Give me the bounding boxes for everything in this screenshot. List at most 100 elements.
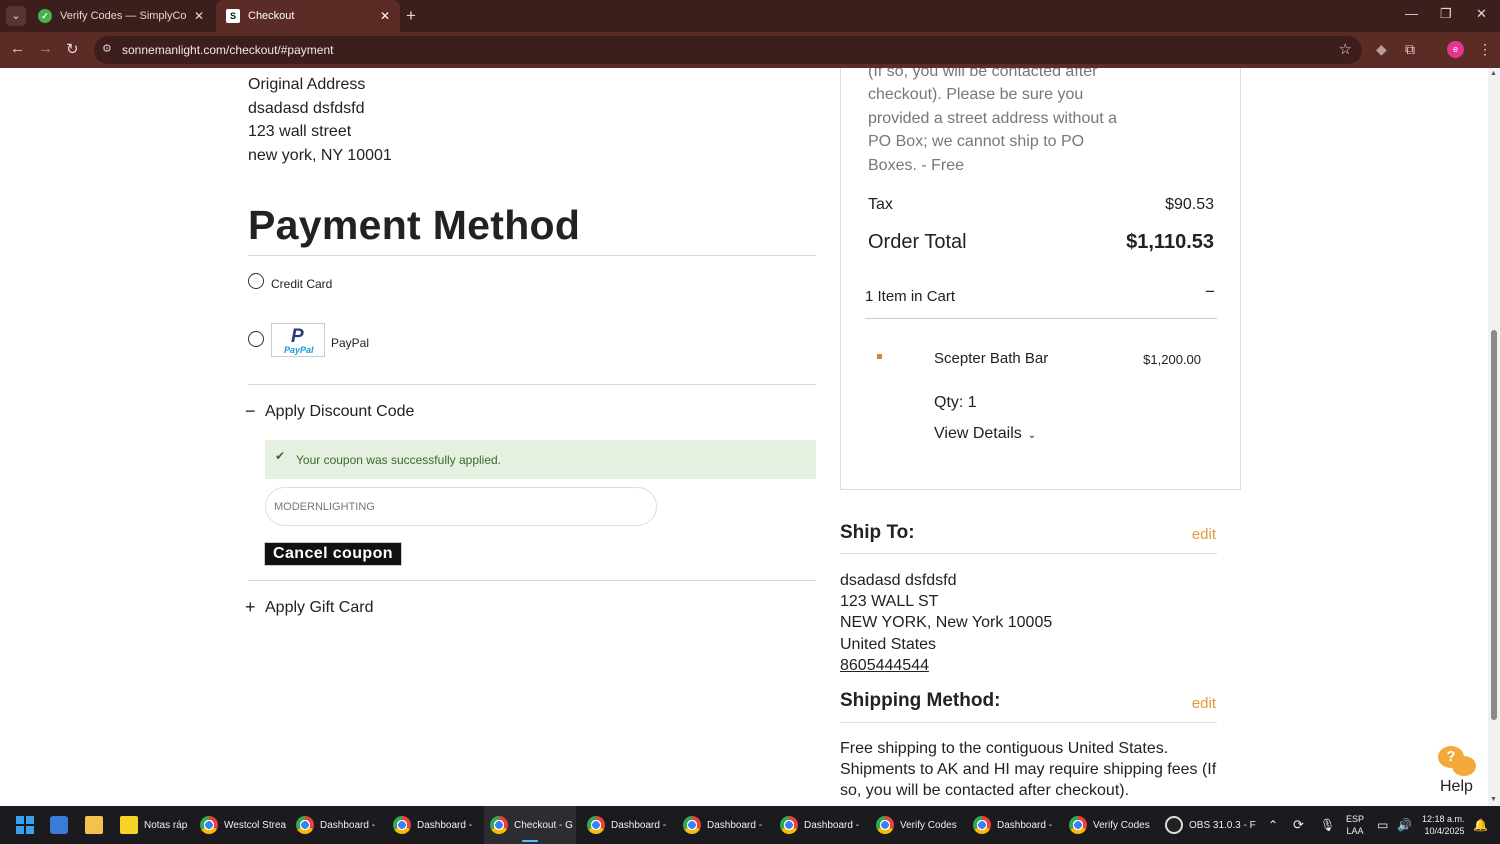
shipping-note: (If so, you will be contacted after chec…	[868, 68, 1118, 174]
ship-to-name: dsadasd dsfdsfd	[840, 572, 957, 589]
taskbar-app-verify-codes[interactable]: Verify Codes	[1069, 806, 1150, 844]
taskbar-label: Dashboard -	[707, 819, 763, 831]
taskbar-app-westcol[interactable]: Westcol Strea	[200, 806, 286, 844]
taskbar-app-dashboard[interactable]: Dashboard -	[780, 806, 859, 844]
sync-icon[interactable]: ⟳	[1293, 806, 1304, 844]
taskbar-app-dashboard[interactable]: Dashboard -	[587, 806, 666, 844]
clock-time: 12:18 a.m.	[1422, 814, 1465, 824]
reload-icon[interactable]: ↻	[66, 40, 79, 58]
clock[interactable]: 12:18 a.m. 10/4/2025	[1422, 806, 1465, 844]
credit-card-radio[interactable]	[248, 273, 264, 289]
taskbar-label: Dashboard -	[320, 819, 376, 831]
taskbar-app-dashboard[interactable]: Dashboard -	[683, 806, 762, 844]
taskbar-app-dashboard[interactable]: Dashboard -	[393, 806, 472, 844]
taskbar-label: Dashboard -	[997, 819, 1053, 831]
collapse-discount-icon[interactable]: −	[245, 401, 256, 422]
checkmark-icon: ✔	[275, 449, 286, 463]
network-icon[interactable]: ▭	[1377, 806, 1388, 844]
chrome-icon	[683, 816, 701, 834]
items-in-cart-toggle[interactable]: 1 Item in Cart	[865, 288, 955, 305]
extensions-puzzle-icon[interactable]: ⧉	[1405, 41, 1415, 58]
taskbar-app-verify-codes[interactable]: Verify Codes	[876, 806, 957, 844]
paypal-logo[interactable]: P PayPal	[271, 323, 325, 357]
taskbar-app-dashboard[interactable]: Dashboard -	[296, 806, 375, 844]
new-tab-icon[interactable]: +	[406, 6, 416, 26]
divider	[865, 318, 1217, 319]
close-tab-icon[interactable]: ✕	[380, 9, 390, 23]
notes-icon	[120, 816, 138, 834]
taskbar-app-notas[interactable]: Notas ráp	[120, 806, 187, 844]
view-details-toggle[interactable]: View Details ⌄	[934, 425, 1036, 443]
chrome-icon	[393, 816, 411, 834]
help-widget-button[interactable]: ? Help	[1432, 744, 1482, 795]
language-indicator[interactable]: ESP LAA	[1346, 806, 1364, 844]
scroll-up-icon[interactable]: ▲	[1490, 70, 1497, 77]
notification-bell-icon[interactable]: 🔔	[1473, 806, 1488, 844]
tab-title: Checkout	[248, 10, 295, 22]
tab-verify-codes[interactable]: ✓ Verify Codes — SimplyCodes ✕	[28, 0, 214, 32]
profile-avatar[interactable]: e	[1447, 41, 1464, 58]
file-explorer-icon[interactable]	[85, 806, 103, 844]
tray-overflow-icon[interactable]: ⌃	[1268, 806, 1278, 844]
taskbar-label: Verify Codes	[1093, 819, 1150, 831]
credit-card-label[interactable]: Credit Card	[271, 277, 332, 291]
expand-gift-card-icon[interactable]: +	[245, 597, 256, 618]
divider	[248, 384, 816, 385]
scroll-thumb[interactable]	[1491, 330, 1497, 720]
minimize-icon[interactable]: —	[1405, 6, 1418, 21]
tab-search-button[interactable]: ⌄	[6, 6, 26, 26]
back-icon[interactable]: ←	[10, 40, 25, 57]
ship-to-city: NEW YORK, New York 10005	[840, 614, 1053, 632]
product-qty: Qty: 1	[934, 394, 977, 411]
taskbar-app-dashboard[interactable]: Dashboard -	[973, 806, 1052, 844]
close-window-icon[interactable]: ✕	[1476, 6, 1487, 22]
product-name: Scepter Bath Bar	[934, 350, 1049, 367]
chrome-icon	[973, 816, 991, 834]
paypal-radio[interactable]	[248, 331, 264, 347]
url-text[interactable]: sonnemanlight.com/checkout/#payment	[122, 43, 333, 57]
edit-ship-to-link[interactable]: edit	[1192, 526, 1216, 543]
simplycodes-favicon-icon: ✓	[38, 9, 52, 23]
ship-to-phone-link[interactable]: 8605444544	[840, 655, 1052, 676]
bookmark-star-icon[interactable]: ☆	[1339, 40, 1352, 58]
taskbar-label: Notas ráp	[144, 819, 188, 831]
paypal-label[interactable]: PayPal	[331, 336, 369, 350]
sonneman-favicon-icon: S	[226, 9, 240, 23]
apply-gift-card-toggle[interactable]: Apply Gift Card	[265, 599, 373, 617]
taskbar-app-checkout[interactable]: Checkout - G	[484, 806, 576, 844]
taskbar-app-obs[interactable]: OBS 31.0.3 - F	[1165, 806, 1256, 844]
microphone-icon[interactable]: 🎙	[1320, 806, 1335, 844]
address-city: new york, NY 10001	[248, 146, 392, 164]
scroll-down-icon[interactable]: ▼	[1490, 796, 1497, 803]
windows-start-icon[interactable]	[16, 816, 34, 834]
chrome-icon	[587, 816, 605, 834]
collapse-cart-icon[interactable]: −	[1205, 282, 1215, 302]
store-icon	[50, 816, 68, 834]
address-bar[interactable]: ⚙ sonnemanlight.com/checkout/#payment ☆	[94, 36, 1362, 64]
ship-to-title: Ship To:	[840, 522, 915, 543]
active-indicator	[522, 840, 538, 842]
site-info-icon[interactable]: ⚙	[102, 42, 112, 55]
cancel-coupon-button[interactable]: Cancel coupon	[264, 542, 402, 566]
edit-shipping-method-link[interactable]: edit	[1192, 695, 1216, 712]
shipping-method-title: Shipping Method:	[840, 690, 1001, 711]
tab-checkout[interactable]: S Checkout ✕	[216, 0, 400, 32]
discount-code-input[interactable]	[265, 487, 657, 526]
microsoft-store-icon[interactable]	[50, 806, 68, 844]
payment-method-title: Payment Method	[248, 202, 581, 248]
tax-label: Tax	[868, 196, 893, 213]
volume-icon[interactable]: 🔊	[1397, 806, 1412, 844]
menu-kebab-icon[interactable]: ⋮	[1478, 41, 1492, 58]
tab-title: Verify Codes — SimplyCodes	[60, 10, 186, 22]
help-label: Help	[1440, 778, 1473, 795]
extension-icon[interactable]: ◆	[1376, 41, 1387, 58]
folder-icon	[85, 816, 103, 834]
forward-icon[interactable]: →	[38, 40, 53, 57]
close-tab-icon[interactable]: ✕	[194, 9, 204, 23]
chrome-icon	[296, 816, 314, 834]
page-scrollbar[interactable]: ▲ ▼	[1488, 68, 1500, 806]
apply-discount-toggle[interactable]: Apply Discount Code	[265, 403, 414, 421]
maximize-icon[interactable]: ❐	[1440, 6, 1452, 22]
coupon-success-message: ✔ Your coupon was successfully applied.	[265, 440, 816, 479]
divider	[248, 580, 816, 581]
